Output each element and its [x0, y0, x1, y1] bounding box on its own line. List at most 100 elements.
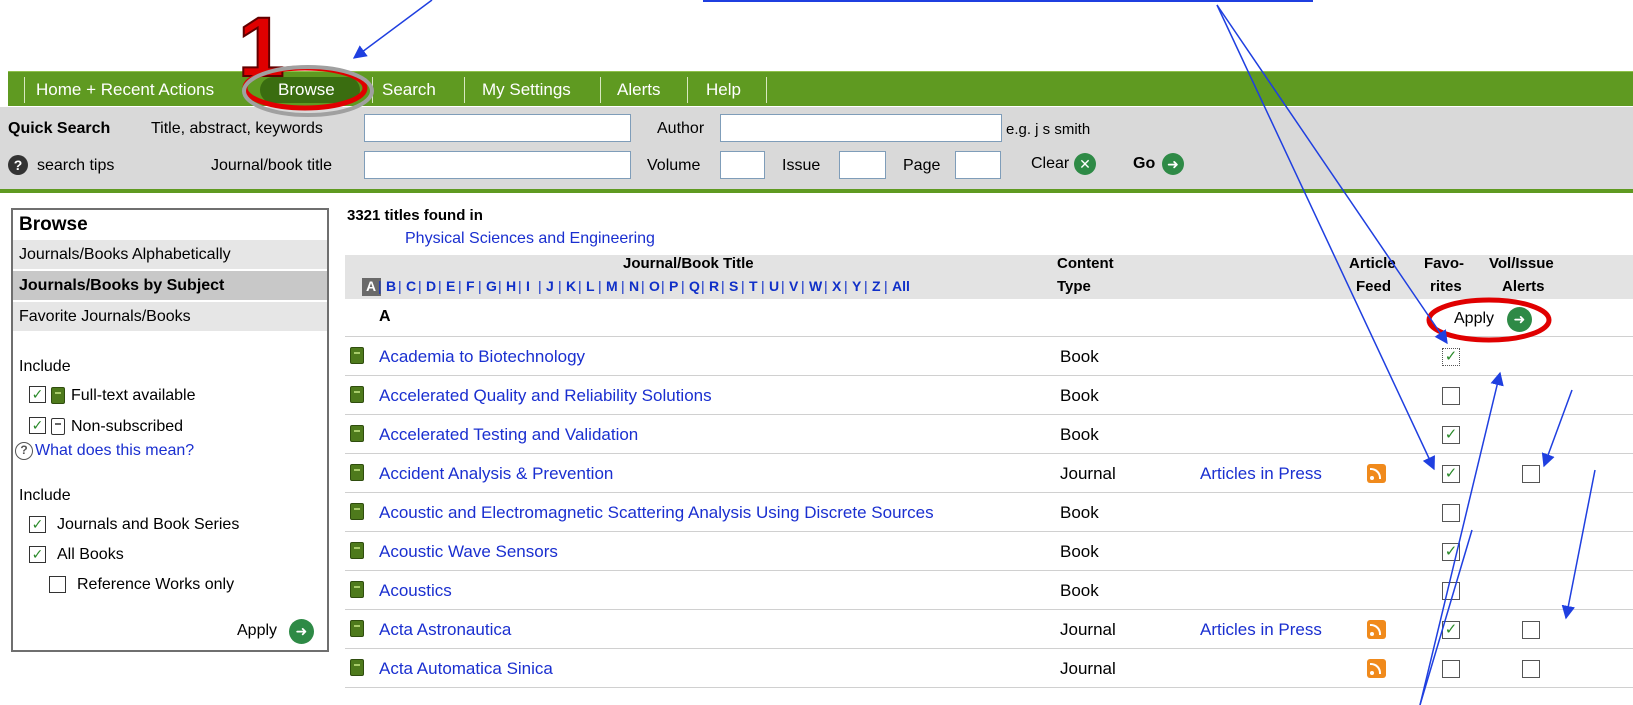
col-feed-header-2: Feed: [1356, 278, 1392, 295]
letter-link-l[interactable]: L: [586, 278, 595, 294]
book-icon: [350, 542, 364, 559]
letter-link-r[interactable]: R: [709, 278, 719, 294]
letter-link-m[interactable]: M: [606, 278, 618, 294]
page-input[interactable]: [955, 151, 1001, 179]
letter-link-q[interactable]: Q: [689, 278, 700, 294]
what-does-this-mean-link[interactable]: What does this mean?: [35, 442, 194, 460]
nav-search[interactable]: Search: [382, 72, 436, 107]
title-link[interactable]: Academia to Biotechnology: [379, 337, 585, 376]
favorite-checkbox[interactable]: ✓: [1442, 543, 1460, 561]
letter-link-k[interactable]: K: [566, 278, 576, 294]
journals-series-checkbox[interactable]: ✓: [29, 516, 46, 533]
title-link[interactable]: Acoustic and Electromagnetic Scattering …: [379, 493, 934, 532]
include-label-1: Include: [19, 358, 71, 375]
col-content-header-2: Type: [1057, 278, 1091, 295]
book-icon: [350, 620, 364, 637]
nav-separator: [372, 77, 373, 103]
go-button-label[interactable]: Go: [1133, 155, 1155, 173]
letter-link-t[interactable]: T: [749, 278, 758, 294]
letter-link-x[interactable]: X: [832, 278, 841, 294]
favorite-checkbox[interactable]: [1442, 660, 1460, 678]
results-apply-label[interactable]: Apply: [1454, 310, 1494, 328]
alert-checkbox[interactable]: [1522, 621, 1540, 639]
letter-link-j[interactable]: J: [546, 278, 554, 294]
nonsubscribed-checkbox[interactable]: ✓: [29, 417, 46, 434]
issue-input[interactable]: [839, 151, 886, 179]
search-tips-link[interactable]: search tips: [37, 157, 114, 175]
title-link[interactable]: Accelerated Testing and Validation: [379, 415, 638, 454]
title-link[interactable]: Accident Analysis & Prevention: [379, 454, 613, 493]
letter-link-i[interactable]: I: [526, 278, 530, 294]
go-arrow-icon[interactable]: ➜: [1162, 153, 1184, 175]
title-link[interactable]: Acoustic Wave Sensors: [379, 532, 558, 571]
letter-separator: |: [741, 278, 745, 294]
author-input[interactable]: [720, 114, 1002, 142]
letter-link-v[interactable]: V: [789, 278, 798, 294]
letter-link-h[interactable]: H: [506, 278, 516, 294]
letter-separator: |: [721, 278, 725, 294]
title-link[interactable]: Acta Automatica Sinica: [379, 649, 553, 688]
letter-link-w[interactable]: W: [809, 278, 822, 294]
letter-link-u[interactable]: U: [769, 278, 779, 294]
journal-title-input[interactable]: [364, 151, 631, 179]
fulltext-checkbox[interactable]: ✓: [29, 386, 46, 403]
letter-link-p[interactable]: P: [669, 278, 678, 294]
letter-link-g[interactable]: G: [486, 278, 497, 294]
clear-x-icon[interactable]: ✕: [1074, 153, 1096, 175]
letter-link-b[interactable]: B: [386, 278, 396, 294]
nav-browse[interactable]: Browse: [278, 72, 335, 107]
nav-help[interactable]: Help: [706, 72, 741, 107]
nav-home[interactable]: Home + Recent Actions: [36, 72, 214, 107]
title-link[interactable]: Acta Astronautica: [379, 610, 511, 649]
letter-link-e[interactable]: E: [446, 278, 455, 294]
rss-feed-icon[interactable]: [1367, 620, 1386, 639]
nav-alerts[interactable]: Alerts: [617, 72, 660, 107]
title-link[interactable]: Acoustics: [379, 571, 452, 610]
letter-separator: |: [378, 278, 382, 294]
sidebar-item-alphabetically[interactable]: Journals/Books Alphabetically: [13, 240, 327, 270]
volume-input[interactable]: [720, 151, 765, 179]
letter-link-d[interactable]: D: [426, 278, 436, 294]
title-abstract-input[interactable]: [364, 114, 631, 142]
author-hint: e.g. j s smith: [1006, 121, 1091, 138]
sidebar-item-by-subject[interactable]: Journals/Books by Subject: [13, 271, 327, 301]
favorite-checkbox[interactable]: [1442, 504, 1460, 522]
letter-link-all[interactable]: All: [892, 278, 910, 294]
favorite-checkbox[interactable]: [1442, 582, 1460, 600]
letter-link-f[interactable]: F: [466, 278, 475, 294]
letter-separator: |: [621, 278, 625, 294]
favorite-checkbox[interactable]: ✓: [1442, 465, 1460, 483]
favorite-checkbox[interactable]: ✓: [1442, 621, 1460, 639]
table-row: Acta Astronautica Journal Articles in Pres…: [345, 610, 1633, 649]
articles-in-press-link[interactable]: Articles in Press: [1200, 454, 1322, 493]
all-books-checkbox[interactable]: ✓: [29, 546, 46, 563]
letter-link-n[interactable]: N: [629, 278, 639, 294]
clear-button-label[interactable]: Clear: [1031, 155, 1069, 173]
alert-checkbox[interactable]: [1522, 465, 1540, 483]
letter-separator: |: [418, 278, 422, 294]
letter-link-y[interactable]: Y: [852, 278, 861, 294]
favorite-checkbox[interactable]: ✓: [1442, 426, 1460, 444]
rss-feed-icon[interactable]: [1367, 464, 1386, 483]
sidebar-apply-label[interactable]: Apply: [237, 622, 277, 640]
alert-checkbox[interactable]: [1522, 660, 1540, 678]
help-icon[interactable]: ?: [8, 155, 28, 175]
title-link[interactable]: Accelerated Quality and Reliability Solu…: [379, 376, 712, 415]
letter-separator: |: [438, 278, 442, 294]
letter-link-s[interactable]: S: [729, 278, 738, 294]
letter-link-o[interactable]: O: [649, 278, 660, 294]
reference-works-checkbox[interactable]: [49, 576, 66, 593]
nav-my-settings[interactable]: My Settings: [482, 72, 571, 107]
favorite-checkbox[interactable]: [1442, 387, 1460, 405]
subject-link[interactable]: Physical Sciences and Engineering: [405, 230, 655, 248]
sidebar-item-favorites[interactable]: Favorite Journals/Books: [13, 302, 327, 332]
results-apply-arrow-icon[interactable]: ➜: [1507, 307, 1532, 332]
sidebar-apply-arrow-icon[interactable]: ➜: [289, 619, 314, 644]
letter-link-c[interactable]: C: [406, 278, 416, 294]
rss-feed-icon[interactable]: [1367, 659, 1386, 678]
letter-link-z[interactable]: Z: [872, 278, 881, 294]
articles-in-press-link[interactable]: Articles in Press: [1200, 610, 1322, 649]
content-type: Journal: [1060, 659, 1116, 678]
favorite-checkbox[interactable]: ✓: [1442, 348, 1460, 366]
letter-link-a[interactable]: A: [366, 278, 376, 294]
